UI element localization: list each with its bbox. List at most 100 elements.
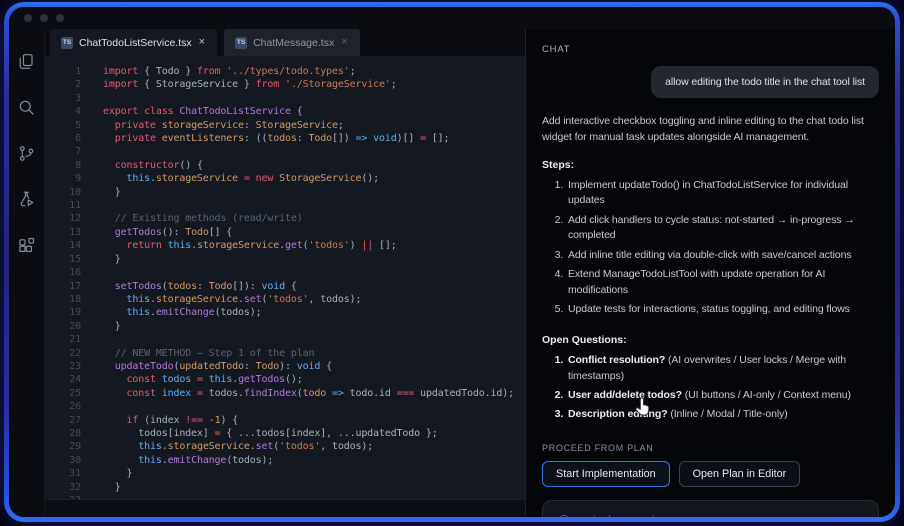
code-line: 1import { Todo } from '../types/todo.typ… bbox=[45, 65, 525, 78]
line-number: 21 bbox=[45, 333, 81, 346]
editor-group: TS ChatTodoListService.tsx × TS ChatMess… bbox=[45, 29, 525, 517]
code-line: 8 constructor() { bbox=[45, 159, 525, 172]
files-icon[interactable] bbox=[17, 51, 37, 71]
line-number: 32 bbox=[45, 481, 81, 494]
code-line: 19 this.emitChange(todos); bbox=[45, 306, 525, 319]
code-line: 17 setTodos(todos: Todo[]): void { bbox=[45, 280, 525, 293]
code-line: 21 bbox=[45, 333, 525, 346]
typescript-file-icon: TS bbox=[235, 37, 247, 49]
tab-chatmessage[interactable]: TS ChatMessage.tsx × bbox=[224, 29, 360, 56]
search-icon[interactable] bbox=[17, 97, 37, 117]
open-questions-heading: Open Questions: bbox=[542, 334, 879, 346]
code-line: 12 // Existing methods (read/write) bbox=[45, 212, 525, 225]
step-item: Add click handlers to cycle status: not-… bbox=[566, 213, 879, 245]
steps-list: Implement updateTodo() in ChatTodoListSe… bbox=[542, 178, 879, 322]
code-line: 7 bbox=[45, 145, 525, 158]
code-line: 27 if (index !== -1) { bbox=[45, 414, 525, 427]
close-icon[interactable]: × bbox=[198, 36, 206, 49]
chat-input[interactable] bbox=[558, 514, 819, 517]
step-item: Update tests for interactions, status to… bbox=[566, 302, 879, 318]
line-number: 27 bbox=[45, 414, 81, 427]
line-number: 22 bbox=[45, 347, 81, 360]
step-item: Implement updateTodo() in ChatTodoListSe… bbox=[566, 178, 879, 210]
tab-chattodolistservice[interactable]: TS ChatTodoListService.tsx × bbox=[50, 29, 217, 56]
code-line: 6 private eventListeners: ((todos: Todo[… bbox=[45, 132, 525, 145]
line-number: 7 bbox=[45, 145, 81, 158]
close-icon[interactable]: × bbox=[340, 36, 348, 49]
line-number: 16 bbox=[45, 266, 81, 279]
code-line: 9 this.storageService = new StorageServi… bbox=[45, 172, 525, 185]
code-line: 29 this.storageService.set('todos', todo… bbox=[45, 440, 525, 453]
window-control-close[interactable] bbox=[24, 14, 32, 22]
step-item: Extend ManageTodoListTool with update op… bbox=[566, 267, 879, 299]
line-number: 2 bbox=[45, 78, 81, 91]
code-line: 30 this.emitChange(todos); bbox=[45, 454, 525, 467]
extensions-icon[interactable] bbox=[17, 235, 37, 255]
question-item: Conflict resolution? (AI overwrites / Us… bbox=[566, 353, 879, 385]
line-number: 12 bbox=[45, 212, 81, 225]
line-number: 20 bbox=[45, 320, 81, 333]
assistant-intro-text: Add interactive checkbox toggling and in… bbox=[542, 113, 879, 146]
window-glow-frame: TS ChatTodoListService.tsx × TS ChatMess… bbox=[4, 2, 900, 522]
typescript-file-icon: TS bbox=[61, 37, 73, 49]
line-number: 8 bbox=[45, 159, 81, 172]
line-number: 28 bbox=[45, 427, 81, 440]
chat-panel-title: CHAT bbox=[542, 44, 879, 55]
line-number: 9 bbox=[45, 172, 81, 185]
code-line: 3 bbox=[45, 92, 525, 105]
line-number: 15 bbox=[45, 253, 81, 266]
code-line: 25 const index = todos.findIndex(todo =>… bbox=[45, 387, 525, 400]
question-item: Description editing? (Inline / Modal / T… bbox=[566, 407, 879, 423]
line-number: 6 bbox=[45, 132, 81, 145]
code-line: 23 updateTodo(updatedTodo: Todo): void { bbox=[45, 360, 525, 373]
code-line: 18 this.storageService.set('todos', todo… bbox=[45, 293, 525, 306]
line-number: 10 bbox=[45, 186, 81, 199]
line-number: 1 bbox=[45, 65, 81, 78]
window-control-maximize[interactable] bbox=[56, 14, 64, 22]
line-number: 14 bbox=[45, 239, 81, 252]
activity-bar bbox=[9, 29, 45, 517]
code-line: 2import { StorageService } from './Stora… bbox=[45, 78, 525, 91]
editor-bottom-strip bbox=[45, 500, 525, 517]
start-implementation-button[interactable]: Start Implementation bbox=[542, 461, 670, 487]
code-line: 28 todos[index] = { ...todos[index], ...… bbox=[45, 427, 525, 440]
line-number: 17 bbox=[45, 280, 81, 293]
code-line: 20 } bbox=[45, 320, 525, 333]
screen: TS ChatTodoListService.tsx × TS ChatMess… bbox=[0, 0, 904, 526]
chat-composer[interactable]: PlanAuto bbox=[542, 500, 879, 517]
proceed-from-plan-label: PROCEED FROM PLAN bbox=[542, 443, 879, 453]
user-message-bubble: allow editing the todo title in the chat… bbox=[651, 66, 879, 98]
source-control-icon[interactable] bbox=[17, 143, 37, 163]
code-line: 32 } bbox=[45, 481, 525, 494]
line-number: 31 bbox=[45, 467, 81, 480]
line-number: 4 bbox=[45, 105, 81, 118]
open-plan-in-editor-button[interactable]: Open Plan in Editor bbox=[679, 461, 801, 487]
line-number: 23 bbox=[45, 360, 81, 373]
line-number: 30 bbox=[45, 454, 81, 467]
code-line: 26 bbox=[45, 400, 525, 413]
code-line: 14 return this.storageService.get('todos… bbox=[45, 239, 525, 252]
step-item: Add inline title editing via double-clic… bbox=[566, 248, 879, 264]
tab-bar: TS ChatTodoListService.tsx × TS ChatMess… bbox=[45, 29, 525, 56]
steps-heading: Steps: bbox=[542, 159, 879, 171]
titlebar[interactable] bbox=[9, 7, 895, 29]
open-questions-list: Conflict resolution? (AI overwrites / Us… bbox=[542, 353, 879, 427]
code-editor[interactable]: 1import { Todo } from '../types/todo.typ… bbox=[45, 56, 525, 500]
test-beaker-icon[interactable] bbox=[17, 189, 37, 209]
tab-label: ChatTodoListService.tsx bbox=[79, 37, 192, 49]
app-window: TS ChatTodoListService.tsx × TS ChatMess… bbox=[9, 7, 895, 517]
line-number: 29 bbox=[45, 440, 81, 453]
line-number: 3 bbox=[45, 92, 81, 105]
code-line: 4export class ChatTodoListService { bbox=[45, 105, 525, 118]
code-line: 22 // NEW METHOD — Step 1 of the plan bbox=[45, 347, 525, 360]
line-number: 26 bbox=[45, 400, 81, 413]
code-line: 5 private storageService: StorageService… bbox=[45, 119, 525, 132]
tab-label: ChatMessage.tsx bbox=[253, 37, 334, 49]
line-number: 11 bbox=[45, 199, 81, 212]
chat-panel: CHAT allow editing the todo title in the… bbox=[525, 29, 895, 517]
code-line: 16 bbox=[45, 266, 525, 279]
code-line: 10 } bbox=[45, 186, 525, 199]
code-line: 15 } bbox=[45, 253, 525, 266]
window-control-minimize[interactable] bbox=[40, 14, 48, 22]
line-number: 18 bbox=[45, 293, 81, 306]
